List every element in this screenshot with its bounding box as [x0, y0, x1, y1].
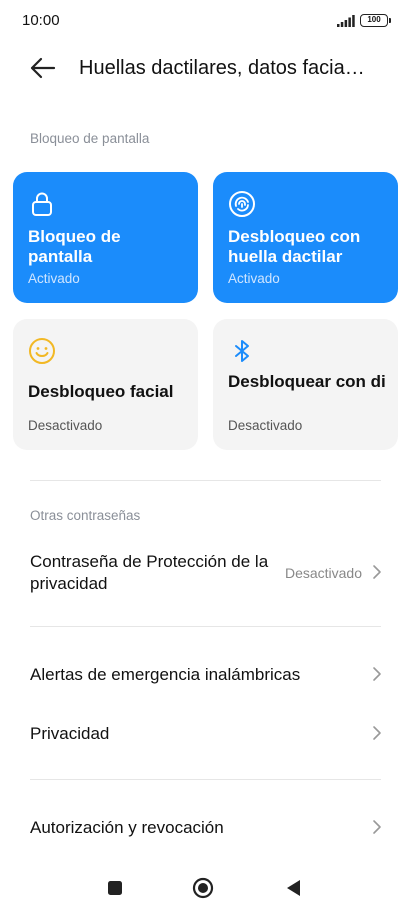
- tile-face-unlock[interactable]: Desbloqueo facial Desactivado: [13, 319, 198, 450]
- chevron-right-icon: [373, 667, 381, 681]
- tile-title: Desbloqueo con huella dactilar: [228, 227, 361, 266]
- back-button[interactable]: [283, 877, 305, 899]
- recent-apps-button[interactable]: [104, 877, 126, 899]
- signal-icon: [337, 15, 355, 27]
- tile-status: Activado: [28, 271, 80, 286]
- row-privacy[interactable]: Privacidad: [0, 714, 411, 754]
- chevron-right-icon: [373, 565, 381, 579]
- tile-fingerprint-unlock[interactable]: Desbloqueo con huella dactilar Activado: [213, 172, 398, 303]
- header: Huellas dactilares, datos facia…: [0, 48, 411, 88]
- battery-icon: 100: [360, 14, 391, 27]
- navigation-bar: [0, 868, 411, 908]
- row-privacy-protection-password[interactable]: Contraseña de Protección de la privacida…: [0, 545, 411, 605]
- tile-title: Desbloqueo facial: [28, 382, 174, 401]
- row-label: Alertas de emergencia inalámbricas: [30, 665, 301, 684]
- row-emergency-alerts[interactable]: Alertas de emergencia inalámbricas: [0, 655, 411, 695]
- tile-device-unlock[interactable]: Desbloquear con dispositivo … Desactivad…: [213, 319, 398, 450]
- row-label: Privacidad: [30, 724, 110, 743]
- status-bar: 10:00 100: [0, 0, 411, 42]
- page-title: Huellas dactilares, datos facia…: [79, 57, 365, 79]
- chevron-right-icon: [373, 726, 381, 740]
- home-button[interactable]: [192, 877, 214, 899]
- smiley-face-icon: [29, 338, 55, 364]
- tile-status: Desactivado: [28, 418, 103, 433]
- back-arrow-icon[interactable]: [28, 54, 58, 82]
- divider: [30, 626, 381, 627]
- divider: [30, 779, 381, 780]
- divider: [30, 480, 381, 481]
- lock-icon: [32, 192, 52, 216]
- section-label-screen-lock: Bloqueo de pantalla: [30, 131, 150, 146]
- row-label: Contraseña de Protección de la privacida…: [30, 552, 269, 593]
- tile-screen-lock[interactable]: Bloqueo de pantalla Activado: [13, 172, 198, 303]
- section-label-other-passwords: Otras contraseñas: [30, 508, 141, 523]
- tile-status: Desactivado: [228, 418, 303, 433]
- status-time: 10:00: [22, 12, 60, 29]
- battery-level: 100: [367, 15, 381, 24]
- tile-title: Bloqueo de pantalla: [28, 227, 121, 266]
- fingerprint-icon: [229, 191, 255, 217]
- row-value: Desactivado: [284, 565, 362, 581]
- chevron-right-icon: [373, 820, 381, 834]
- tile-title: Desbloquear con dispositivo …: [228, 372, 386, 391]
- row-authorization-revocation[interactable]: Autorización y revocación: [0, 808, 411, 848]
- bluetooth-icon: [235, 340, 249, 362]
- tile-status: Activado: [228, 271, 280, 286]
- row-label: Autorización y revocación: [30, 818, 224, 837]
